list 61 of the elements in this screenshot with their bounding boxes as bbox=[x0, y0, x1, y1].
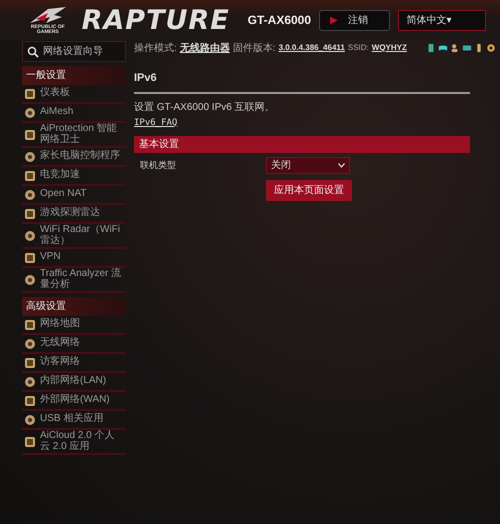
tile-icon bbox=[24, 436, 36, 448]
caret-icon bbox=[338, 163, 345, 168]
select-field[interactable]: 关闭 bbox=[266, 157, 350, 174]
language-dropdown[interactable]: 简体中文▾ bbox=[398, 10, 486, 30]
section-header: 一般设置 bbox=[22, 66, 126, 85]
sidebar-item[interactable]: AiMesh bbox=[22, 104, 126, 123]
round-icon bbox=[24, 338, 36, 350]
tile-icon bbox=[24, 394, 36, 406]
round-icon bbox=[24, 376, 36, 388]
field-label: 联机类型 bbox=[140, 158, 177, 172]
page-title: IPv6 bbox=[134, 70, 470, 94]
tile-icon bbox=[24, 208, 36, 220]
info-value[interactable]: WQYHYZ bbox=[372, 42, 407, 54]
logo-icon bbox=[28, 4, 68, 24]
sidebar-item[interactable]: AiCloud 2.0 个人云 2.0 应用 bbox=[22, 430, 126, 455]
sidebar-item[interactable]: USB 相关应用 bbox=[22, 411, 126, 430]
menu-label: 网络设置向导 bbox=[43, 44, 103, 59]
sidebar-item[interactable]: 仪表板 bbox=[22, 85, 126, 104]
sidebar-item[interactable]: 电竞加速 bbox=[22, 167, 126, 186]
info-value[interactable]: 无线路由器 bbox=[180, 40, 230, 56]
sidebar-item[interactable]: 外部网络(WAN) bbox=[22, 392, 126, 411]
round-icon bbox=[24, 414, 36, 426]
wizard-menu-item[interactable]: 网络设置向导 bbox=[22, 41, 126, 62]
sidebar-item[interactable]: 游戏探测雷达 bbox=[22, 205, 126, 224]
apply-button[interactable]: 应用本页面设置 bbox=[266, 180, 352, 201]
logout-button[interactable]: ▶ 注销 bbox=[319, 10, 390, 30]
round-icon bbox=[24, 150, 36, 162]
model-name: GT-AX6000 bbox=[248, 12, 312, 29]
tile-icon bbox=[24, 318, 36, 330]
info-label: 操作模式: bbox=[134, 42, 177, 56]
round-icon bbox=[24, 188, 36, 200]
tile-icon bbox=[24, 170, 36, 182]
info-label: 固件版本: bbox=[232, 42, 276, 56]
tile-icon bbox=[24, 88, 36, 100]
info-value[interactable]: 3.0.0.4.386_46411 bbox=[278, 42, 345, 54]
section-header: 高级设置 bbox=[22, 297, 126, 316]
sidebar-item[interactable]: VPN bbox=[22, 249, 126, 268]
round-icon bbox=[24, 106, 36, 118]
sidebar-item[interactable]: 无线网络 bbox=[22, 335, 126, 354]
tile-icon bbox=[24, 128, 36, 140]
page-description: 设置 GT-AX6000 IPv6 互联网。 bbox=[134, 100, 276, 114]
sidebar-item[interactable]: 内部网络(LAN) bbox=[22, 373, 126, 392]
round-icon bbox=[24, 274, 36, 286]
magnifier-icon bbox=[27, 46, 39, 58]
tile-icon bbox=[24, 252, 36, 264]
sidebar-item[interactable]: 网络地图 bbox=[22, 316, 126, 335]
phone-icon[interactable] bbox=[426, 43, 436, 53]
sidebar-item[interactable]: 家长电脑控制程序 bbox=[22, 148, 126, 167]
tile-icon bbox=[24, 356, 36, 368]
sidebar-item[interactable]: AiProtection 智能网络卫士 bbox=[22, 123, 126, 148]
faq-link[interactable]: IPv6_FAQ bbox=[134, 118, 178, 128]
sidebar-item[interactable]: WiFi Radar（WiFi雷达） bbox=[22, 224, 126, 249]
settings-icon[interactable] bbox=[486, 43, 496, 53]
sidebar-item[interactable]: Traffic Analyzer 流量分析 bbox=[22, 268, 126, 293]
users-icon[interactable] bbox=[450, 43, 460, 53]
brand-title: RAPTURE bbox=[82, 6, 230, 34]
sidebar-item[interactable]: 访客网络 bbox=[22, 354, 126, 373]
info-label: SSID: bbox=[348, 42, 369, 54]
sidebar-item[interactable]: Open NAT bbox=[22, 186, 126, 205]
section-header: 基本设置 bbox=[134, 136, 470, 153]
round-icon bbox=[24, 230, 36, 242]
